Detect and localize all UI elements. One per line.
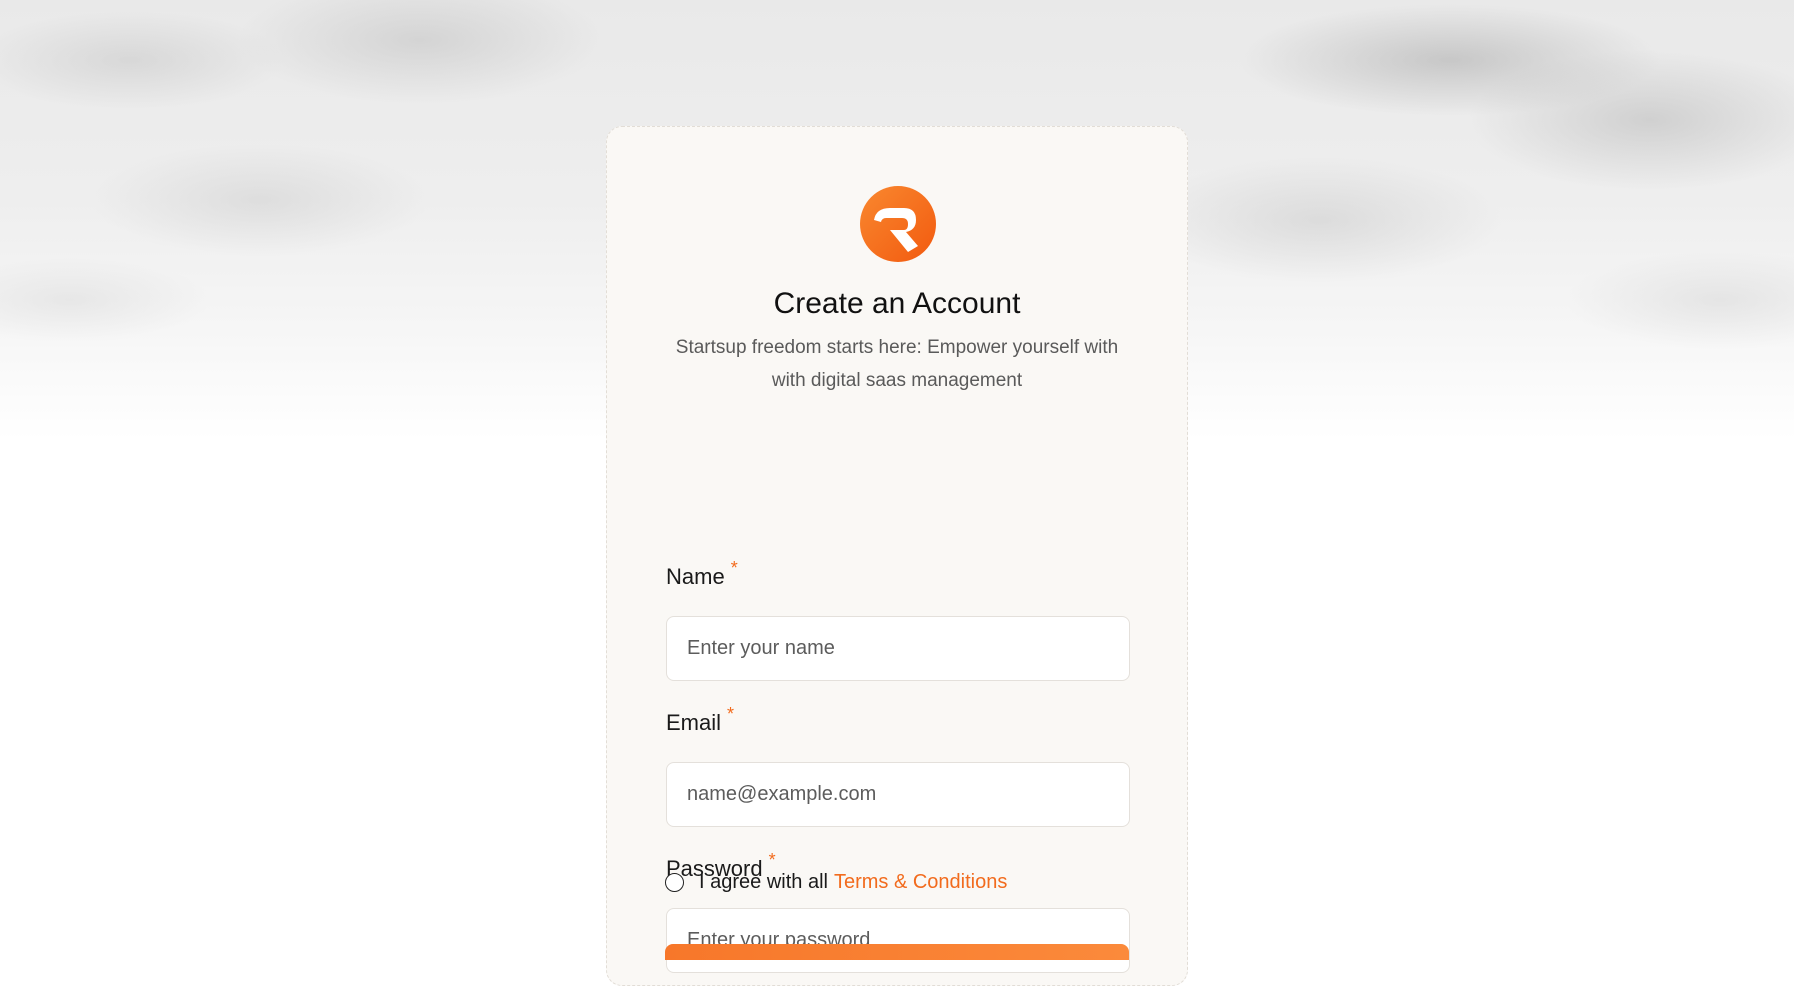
terms-radio[interactable]	[665, 873, 684, 892]
email-input[interactable]	[666, 762, 1130, 827]
terms-agreement: I agree with all Terms & Conditions	[665, 871, 1007, 894]
required-marker: *	[768, 850, 776, 870]
page-subtitle: Startsup freedom starts here: Empower yo…	[675, 337, 1119, 391]
password-input[interactable]	[666, 908, 1130, 973]
submit-button[interactable]	[665, 944, 1129, 960]
terms-link[interactable]: Terms & Conditions	[834, 871, 1007, 894]
name-input[interactable]	[666, 616, 1130, 681]
email-label: Email *	[666, 704, 734, 736]
page-title: Create an Account	[773, 287, 1021, 320]
name-label-text: Name	[666, 564, 725, 589]
required-marker: *	[727, 704, 735, 724]
brand-logo-icon	[860, 186, 936, 262]
email-label-text: Email	[666, 710, 722, 735]
terms-agreement-text: I agree with all	[699, 871, 828, 893]
signup-card: Create an Account Startsup freedom start…	[606, 126, 1188, 986]
required-marker: *	[730, 558, 738, 578]
name-label: Name *	[666, 558, 738, 590]
